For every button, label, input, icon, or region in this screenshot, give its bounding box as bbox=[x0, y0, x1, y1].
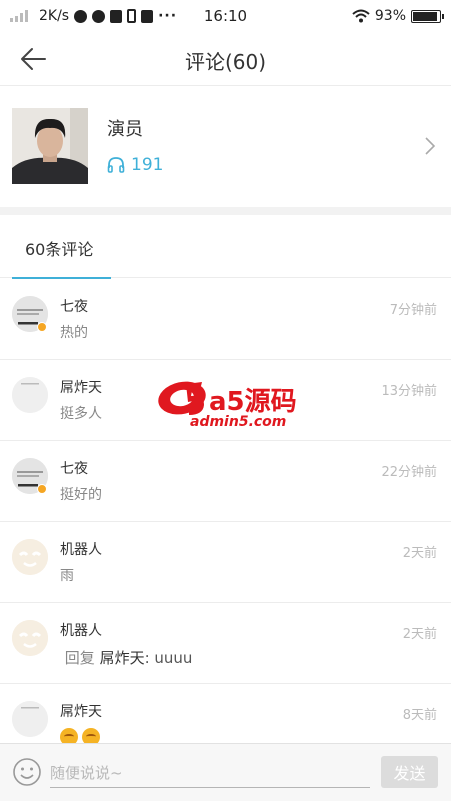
page-title: 评论(60) bbox=[184, 50, 267, 74]
comment-username[interactable]: 机器人 bbox=[60, 620, 102, 640]
artist-photo bbox=[12, 108, 88, 184]
headphones-icon bbox=[107, 157, 125, 173]
comment-input-bar: 发送 bbox=[0, 743, 451, 801]
battery-icon bbox=[411, 9, 444, 23]
phone-icon bbox=[127, 9, 137, 23]
comment-item[interactable]: 机器人 2天前 回复 屌炸天: uuuu bbox=[0, 603, 451, 684]
nav-bar: 评论(60) bbox=[0, 32, 451, 86]
play-count: 191 bbox=[107, 155, 163, 175]
more-dots-icon: ··· bbox=[158, 8, 178, 24]
reply-username[interactable]: 屌炸天 bbox=[100, 649, 145, 667]
comment-reply: 回复 屌炸天: uuuu bbox=[60, 647, 193, 668]
watermark-brand: a5源码 bbox=[209, 387, 297, 417]
reply-text: : uuuu bbox=[144, 649, 193, 667]
comment-time: 22分钟前 bbox=[381, 465, 437, 480]
badge-icon bbox=[37, 484, 47, 494]
bubble-icon bbox=[74, 9, 88, 23]
comment-username[interactable]: 机器人 bbox=[60, 539, 102, 559]
user-avatar[interactable] bbox=[12, 377, 48, 413]
comment-username[interactable]: 七夜 bbox=[60, 296, 88, 316]
watermark-url: admin5.com bbox=[190, 414, 286, 430]
comment-item[interactable]: 七夜 7分钟前 热的 bbox=[0, 279, 451, 360]
signal-icon bbox=[10, 10, 28, 22]
comment-item[interactable]: 机器人 2天前 雨 bbox=[0, 522, 451, 603]
comment-username[interactable]: 七夜 bbox=[60, 458, 88, 478]
comment-item[interactable]: 七夜 22分钟前 挺好的 bbox=[0, 441, 451, 522]
user-avatar[interactable] bbox=[12, 701, 48, 737]
comment-text: 挺多人 bbox=[60, 406, 102, 422]
comment-username[interactable]: 屌炸天 bbox=[60, 377, 102, 397]
status-bar: 2K/s ··· 16:10 93% bbox=[0, 0, 451, 32]
check-icon bbox=[92, 9, 106, 23]
tab-comments[interactable]: 60条评论 bbox=[12, 215, 111, 279]
chevron-right-icon bbox=[425, 137, 436, 155]
artist-name: 演员 bbox=[107, 119, 143, 140]
tab-comments-label: 60条评论 bbox=[25, 240, 94, 259]
comment-text: 挺好的 bbox=[60, 487, 102, 503]
comment-username[interactable]: 屌炸天 bbox=[60, 701, 102, 721]
play-count-value: 191 bbox=[131, 155, 164, 175]
battery-fill bbox=[413, 11, 438, 21]
s-app-icon bbox=[141, 9, 154, 23]
comment-time: 2天前 bbox=[402, 546, 437, 561]
emoji-picker-icon[interactable] bbox=[12, 757, 42, 787]
robot-avatar[interactable] bbox=[12, 620, 48, 656]
comment-list: 七夜 7分钟前 热的 屌炸天 13分钟前 挺多人 七夜 22分钟前 挺好的 机器… bbox=[0, 279, 451, 765]
comment-time: 2天前 bbox=[402, 627, 437, 642]
comment-text: 雨 bbox=[60, 568, 74, 584]
badge-icon bbox=[37, 322, 47, 332]
tab-bar: 60条评论 bbox=[0, 215, 451, 279]
comment-text: 热的 bbox=[60, 325, 88, 341]
status-left: 2K/s ··· bbox=[10, 8, 177, 24]
send-button[interactable]: 发送 bbox=[381, 756, 438, 788]
network-speed: 2K/s bbox=[39, 8, 70, 24]
comment-input[interactable] bbox=[50, 758, 370, 788]
robot-avatar[interactable] bbox=[12, 539, 48, 575]
status-right: 93% bbox=[352, 8, 444, 24]
section-divider bbox=[0, 207, 451, 215]
comment-time: 7分钟前 bbox=[389, 303, 437, 318]
comment-time: 13分钟前 bbox=[381, 384, 437, 399]
watermark-logo: a5源码 admin5.com bbox=[156, 374, 298, 430]
artist-card[interactable]: 演员 191 bbox=[0, 87, 451, 207]
app-screen: 2K/s ··· 16:10 93% 评论(60) 演员 191 60条评论 七… bbox=[0, 0, 451, 801]
battery-percent: 93% bbox=[374, 8, 406, 24]
mail-icon bbox=[110, 9, 123, 23]
wifi-icon bbox=[352, 9, 370, 23]
reply-label: 回复 bbox=[64, 649, 95, 667]
comment-time: 8天前 bbox=[402, 708, 437, 723]
artist-portrait-image bbox=[12, 108, 88, 184]
